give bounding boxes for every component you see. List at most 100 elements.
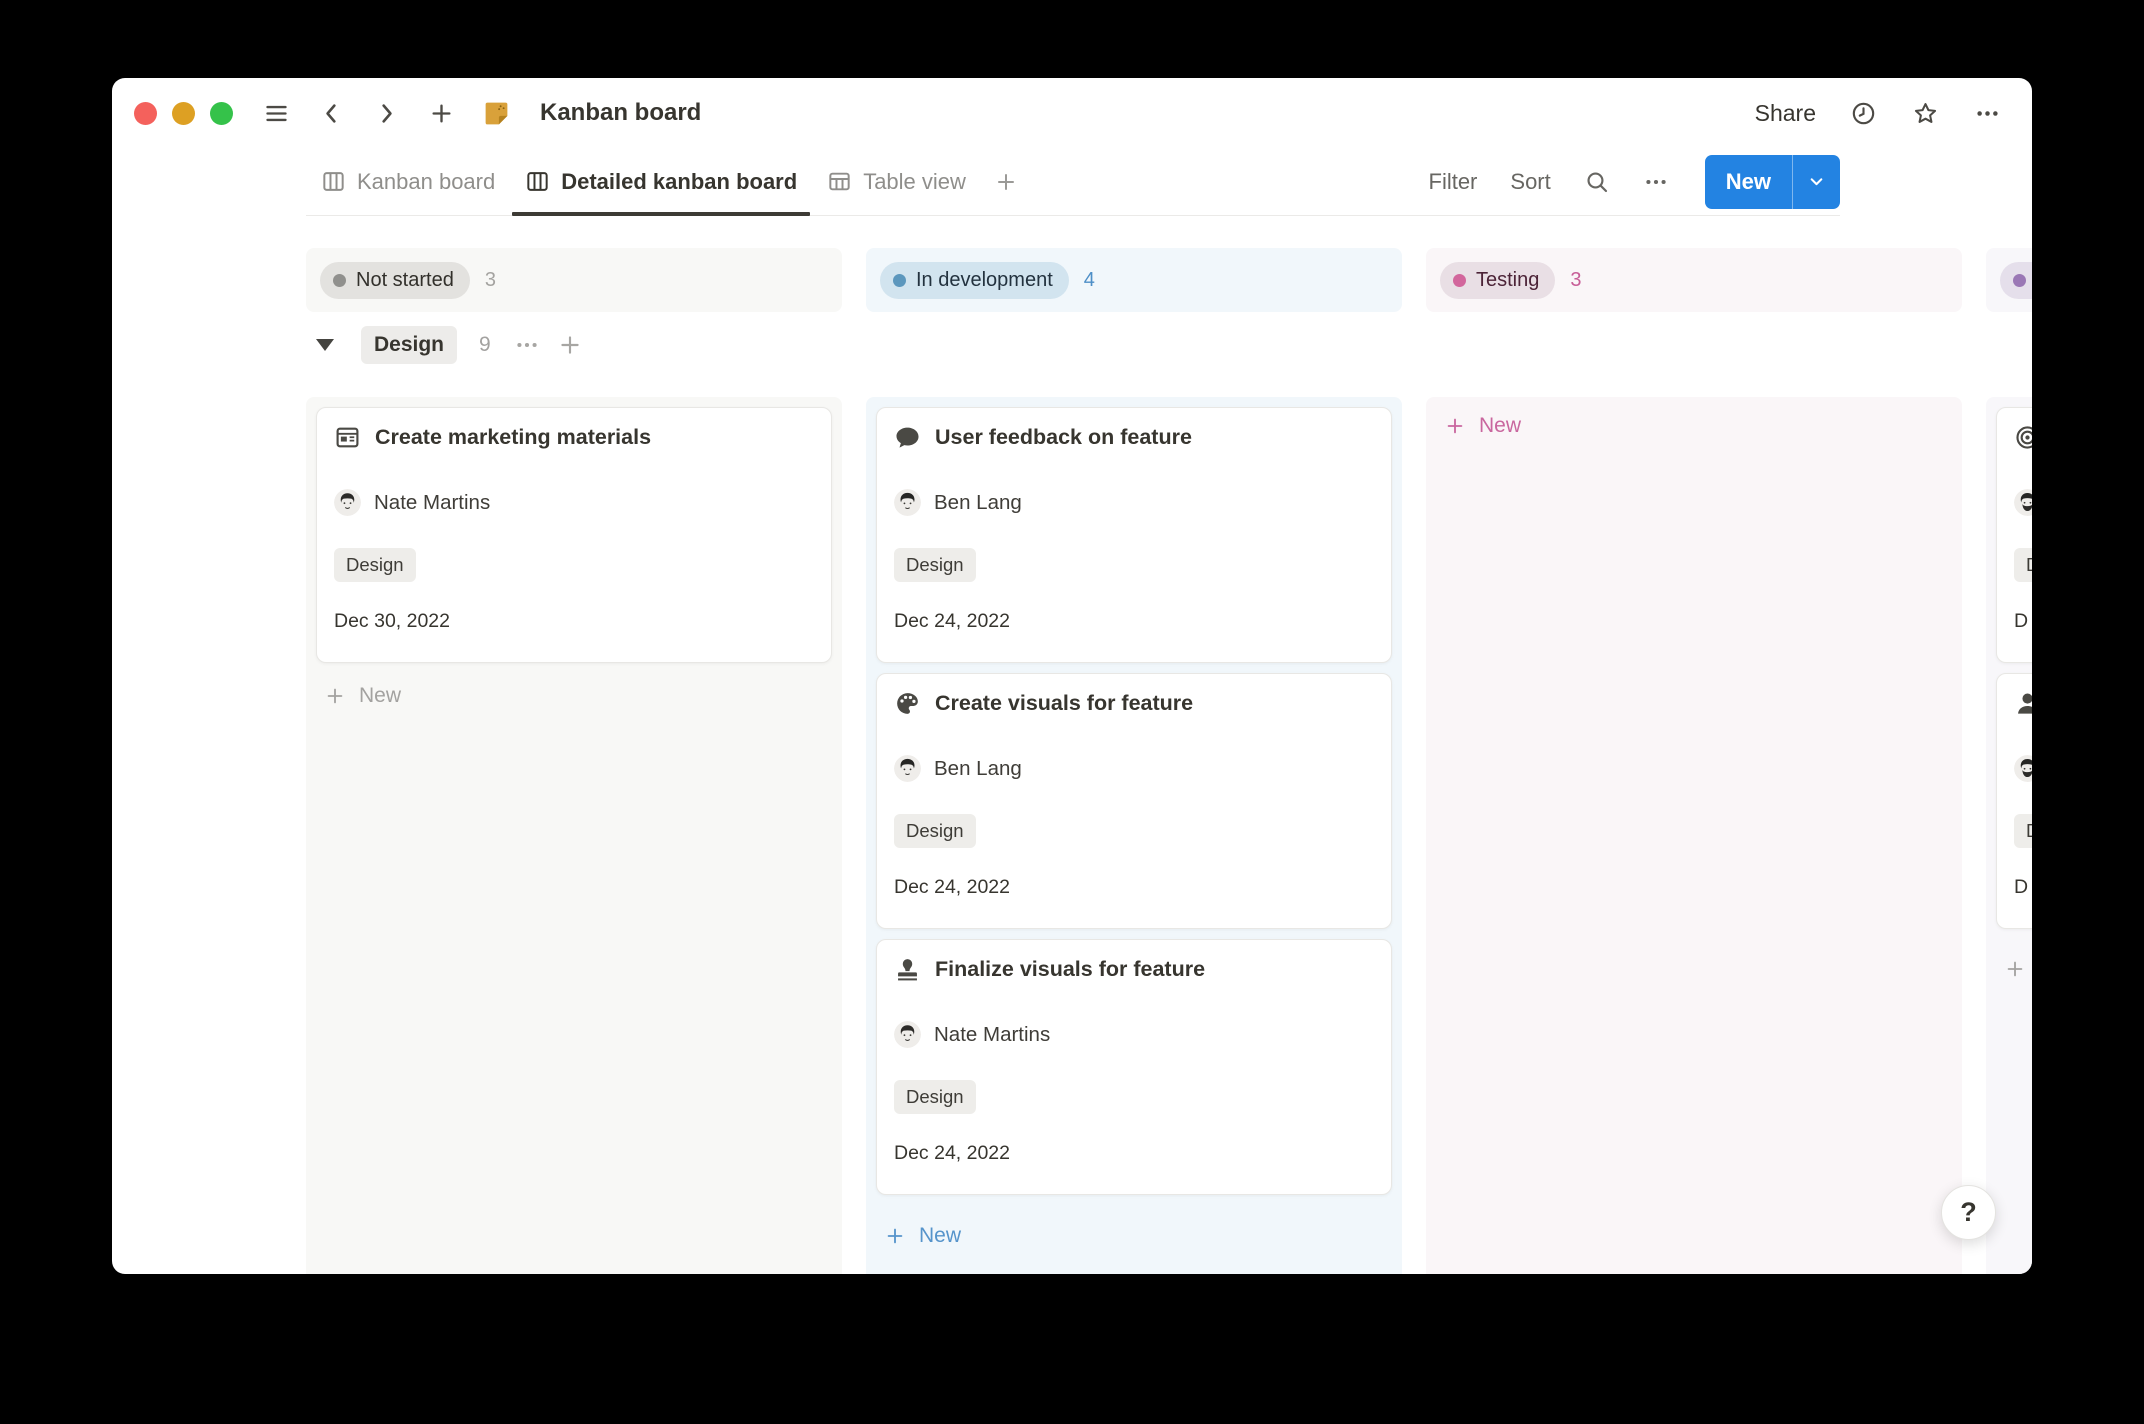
chevron-down-icon[interactable] [1793,155,1840,209]
status-dot-pink [1453,274,1466,287]
card-partial[interactable]: D D [1996,407,2032,663]
avatar-nate-martins [334,489,361,516]
tab-table-view[interactable]: Table view [812,148,981,215]
tab-detailed-kanban-board[interactable]: Detailed kanban board [510,148,812,215]
tag-design: Design [894,548,976,582]
lane-partial: D D D [1986,397,2032,1274]
avatar-ben-lang [894,755,921,782]
board-view-icon [321,169,346,194]
card-title: Create visuals for feature [935,691,1193,716]
column-count: 4 [1084,269,1095,292]
group-add-icon[interactable] [557,332,583,358]
target-icon [2014,424,2032,451]
status-pill-testing[interactable]: Testing [1440,262,1555,299]
forward-icon[interactable] [371,98,401,128]
new-button-label[interactable]: New [1705,155,1792,209]
table-view-icon [827,169,852,194]
new-button[interactable]: New [1705,155,1840,209]
board-view-icon [525,169,550,194]
column-header-testing: Testing 3 [1426,248,1962,312]
status-pill-not-started[interactable]: Not started [320,262,470,299]
tag-design: Design [894,1080,976,1114]
titlebar: Kanban board Share [112,78,2032,148]
column-headers: Not started 3 In development 4 Testing 3 [306,248,2032,312]
column-header-in-development: In development 4 [866,248,1402,312]
avatar-bearded-man [2014,489,2032,516]
card-date: Dec 30, 2022 [334,610,814,633]
assignee-name: Ben Lang [934,757,1022,781]
page-title: Kanban board [540,99,701,127]
card-finalize-visuals-for-feature[interactable]: Finalize visuals for feature Nate Martin… [876,939,1392,1195]
new-card-button[interactable]: New [316,677,832,715]
assignee-name: Nate Martins [934,1023,1050,1047]
help-button[interactable]: ? [1941,1185,1996,1240]
new-card-button[interactable]: New [876,1217,1392,1255]
titlebar-actions: Share [1755,98,2002,128]
stamp-icon [894,956,921,983]
back-icon[interactable] [316,98,346,128]
avatar-nate-martins [894,1021,921,1048]
card-user-feedback-on-feature[interactable]: User feedback on feature Ben Lang Design… [876,407,1392,663]
newspaper-icon [334,424,361,451]
more-options-icon[interactable] [1972,98,2002,128]
share-button[interactable]: Share [1755,100,1816,127]
collapse-group-icon[interactable] [316,339,334,351]
tag-design: D [2014,548,2032,582]
card-date: Dec 24, 2022 [894,1142,1374,1165]
sidebar-menu-icon[interactable] [261,98,291,128]
plus-icon [884,1225,906,1247]
palette-icon [894,690,921,717]
view-controls: Filter Sort New [1429,155,1841,209]
card-date: Dec 24, 2022 [894,876,1374,899]
plus-icon [2004,958,2026,980]
group-count: 9 [479,333,491,357]
lane-testing: New [1426,397,1962,1274]
column-count: 3 [1570,269,1581,292]
search-icon[interactable] [1584,169,1610,195]
traffic-lights [134,102,233,125]
tag-design: Design [334,548,416,582]
minimize-window-button[interactable] [172,102,195,125]
card-create-visuals-for-feature[interactable]: Create visuals for feature Ben Lang Desi… [876,673,1392,929]
status-pill-partial[interactable] [2000,262,2032,299]
close-window-button[interactable] [134,102,157,125]
group-header-design: Design 9 [306,325,2032,365]
avatar-bearded-man [2014,755,2032,782]
person-icon [2014,690,2032,717]
status-pill-in-development[interactable]: In development [880,262,1069,299]
plus-icon [324,685,346,707]
card-date: D [2014,876,2032,899]
page-note-icon [481,98,511,128]
status-dot-gray [333,274,346,287]
group-options-icon[interactable] [514,332,540,358]
tab-kanban-board[interactable]: Kanban board [306,148,510,215]
favorite-star-icon[interactable] [1910,98,1940,128]
view-toolbar: Kanban board Detailed kanban board Table… [112,148,2032,215]
card-partial[interactable]: D D [1996,673,2032,929]
card-title: Create marketing materials [375,425,651,450]
card-create-marketing-materials[interactable]: Create marketing materials Nate Martins … [316,407,832,663]
filter-button[interactable]: Filter [1429,169,1478,195]
new-card-button[interactable]: New [1436,407,1952,445]
history-clock-icon[interactable] [1848,98,1878,128]
avatar-ben-lang [894,489,921,516]
lanes: Create marketing materials Nate Martins … [306,397,2032,1274]
plus-icon [994,170,1018,194]
card-date: D [2014,610,2032,633]
view-options-icon[interactable] [1643,169,1669,195]
view-tabs: Kanban board Detailed kanban board Table… [306,148,1031,215]
sort-button[interactable]: Sort [1510,169,1550,195]
card-date: Dec 24, 2022 [894,610,1374,633]
plus-icon [1444,415,1466,437]
new-card-button[interactable] [1996,951,2032,987]
status-dot-blue [893,274,906,287]
card-title: Finalize visuals for feature [935,957,1205,982]
assignee-name: Ben Lang [934,491,1022,515]
zoom-window-button[interactable] [210,102,233,125]
group-name-pill[interactable]: Design [361,326,457,364]
app-window: Kanban board Share Kanban board [112,78,2032,1274]
status-dot-purple [2013,274,2026,287]
lane-in-development: User feedback on feature Ben Lang Design… [866,397,1402,1274]
add-view-button[interactable] [981,148,1031,215]
new-page-icon[interactable] [426,98,456,128]
